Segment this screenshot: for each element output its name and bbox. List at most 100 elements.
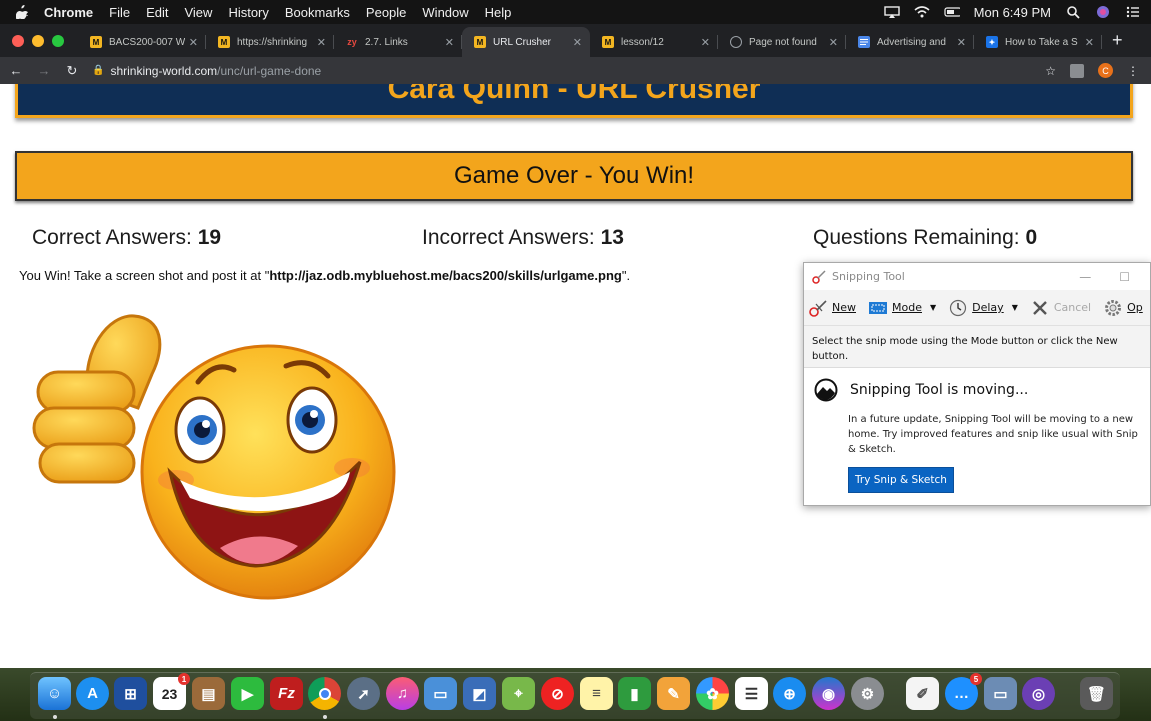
web-page: Cara Quinn - URL Crusher Game Over - You…	[0, 84, 1151, 668]
menu-bookmarks[interactable]: Bookmarks	[285, 5, 350, 20]
pages-icon[interactable]: ✎	[657, 677, 690, 710]
menu-clock[interactable]: Mon 6:49 PM	[974, 5, 1051, 20]
app-store-icon[interactable]: A	[76, 677, 109, 710]
battery-icon[interactable]	[944, 6, 960, 18]
stickies-notes-icon[interactable]: ≡	[580, 677, 613, 710]
mission-control-icon[interactable]: ⊞	[114, 677, 147, 710]
browser-tab[interactable]: ✦ How to Take a S ✕	[974, 27, 1102, 57]
calendar-day: 23	[161, 685, 178, 702]
address-bar[interactable]: shrinking-world.com/unc/url-game-done	[110, 64, 321, 78]
notification-center-icon[interactable]	[1125, 6, 1141, 18]
try-snip-and-sketch-button[interactable]: Try Snip & Sketch	[848, 467, 954, 493]
extension-icon[interactable]	[1070, 63, 1084, 78]
wifi-icon[interactable]	[914, 6, 930, 18]
browser-tab[interactable]: Advertising and ✕	[846, 27, 974, 57]
browser-tab-active[interactable]: M URL Crusher ✕	[462, 27, 590, 57]
reload-icon[interactable]: ↻	[64, 63, 80, 79]
delay-dropdown-icon[interactable]: ▼	[1012, 303, 1018, 312]
menu-app-name[interactable]: Chrome	[44, 5, 93, 20]
maps-icon[interactable]: ⌖	[502, 677, 535, 710]
close-tab-icon[interactable]: ✕	[573, 36, 582, 49]
calendar-badge: 1	[178, 673, 190, 685]
filezilla-label: Fz	[278, 685, 295, 702]
close-tab-icon[interactable]: ✕	[317, 36, 326, 49]
news-block-icon[interactable]: ⊘	[541, 677, 574, 710]
close-tab-icon[interactable]: ✕	[189, 36, 198, 49]
numbers-chart-icon[interactable]: ▮	[618, 677, 651, 710]
delay-label: Delay	[972, 301, 1004, 314]
preview-icon[interactable]: ◩	[463, 677, 496, 710]
new-tab-button[interactable]: +	[1112, 30, 1123, 51]
menu-file[interactable]: File	[109, 5, 130, 20]
close-tab-icon[interactable]: ✕	[1085, 36, 1094, 49]
tab-title: Advertising and	[877, 36, 946, 48]
tab-title: BACS200-007 W	[109, 36, 185, 48]
mode-dropdown-icon[interactable]: ▼	[930, 303, 936, 312]
system-preferences-gear-icon[interactable]: ⚙	[851, 677, 884, 710]
back-arrow-icon[interactable]: ←	[8, 63, 24, 78]
close-tab-icon[interactable]: ✕	[957, 36, 966, 49]
forward-arrow-icon[interactable]: →	[36, 63, 52, 78]
mode-button[interactable]: Mode ▼	[868, 299, 936, 317]
menu-help[interactable]: Help	[485, 5, 512, 20]
browser-tab[interactable]: Page not found ✕	[718, 27, 846, 57]
menu-people[interactable]: People	[366, 5, 406, 20]
new-snip-button[interactable]: New	[808, 299, 856, 317]
m-icon: M	[218, 36, 230, 48]
snipping-tool-app-icon	[812, 269, 826, 284]
globe-icon	[730, 36, 742, 48]
browser-tab[interactable]: M BACS200-007 W ✕	[78, 27, 206, 57]
menu-edit[interactable]: Edit	[146, 5, 168, 20]
filezilla-icon[interactable]: Fz	[270, 677, 303, 710]
lock-icon[interactable]: 🔒	[92, 65, 104, 76]
apple-menu-icon[interactable]	[14, 5, 30, 19]
github-icon[interactable]: ◎	[1022, 677, 1055, 710]
close-tab-icon[interactable]: ✕	[701, 36, 710, 49]
tab-title: lesson/12	[621, 36, 664, 48]
calendar-icon[interactable]: 23 1	[153, 673, 190, 710]
close-window-button[interactable]	[12, 34, 24, 47]
browser-tab[interactable]: M lesson/12 ✕	[590, 27, 718, 57]
id-card-icon[interactable]: ▭	[984, 677, 1017, 710]
profile-avatar[interactable]: C	[1098, 63, 1113, 78]
safari-compass-icon[interactable]: ⊕	[773, 677, 806, 710]
cancel-x-icon	[1030, 299, 1050, 317]
keynote-icon[interactable]: ▭	[424, 677, 457, 710]
reminders-icon[interactable]: ☰	[735, 677, 768, 710]
bookmark-star-icon[interactable]: ☆	[1045, 64, 1056, 78]
siri-icon[interactable]	[1095, 6, 1111, 18]
browser-tab[interactable]: M https://shrinking ✕	[206, 27, 334, 57]
snip-sketch-icon	[814, 378, 838, 402]
cancel-snip-button[interactable]: Cancel	[1030, 299, 1091, 317]
page-title: Cara Quinn - URL Crusher	[15, 84, 1133, 118]
siri-dock-icon[interactable]: ◉	[812, 677, 845, 710]
delay-button[interactable]: Delay ▼	[948, 299, 1018, 317]
close-tab-icon[interactable]: ✕	[445, 36, 454, 49]
minimize-icon[interactable]: —	[1079, 270, 1091, 284]
minimize-window-button[interactable]	[32, 34, 44, 47]
messages-icon[interactable]: … 5	[945, 673, 982, 710]
menu-window[interactable]: Window	[422, 5, 468, 20]
correct-answers-label: Correct Answers:	[32, 226, 192, 249]
close-tab-icon[interactable]: ✕	[829, 36, 838, 49]
browser-tab[interactable]: zy 2.7. Links ✕	[334, 27, 462, 57]
facetime-icon[interactable]: ▶	[231, 677, 264, 710]
trash-icon[interactable]: 🗑	[1080, 677, 1113, 710]
chrome-menu-icon[interactable]: ⋮	[1127, 64, 1139, 78]
chrome-icon[interactable]	[308, 677, 341, 710]
airplay-icon[interactable]	[883, 6, 900, 18]
tab-title: URL Crusher	[493, 36, 551, 48]
zoom-window-button[interactable]	[52, 34, 64, 47]
launchpad-rocket-icon[interactable]: ➚	[347, 677, 380, 710]
finder-icon[interactable]: ☺	[38, 677, 71, 710]
spotlight-search-icon[interactable]	[1065, 6, 1081, 19]
menu-history[interactable]: History	[228, 5, 268, 20]
photos-icon[interactable]: ✿	[696, 677, 729, 710]
textedit-icon[interactable]: ✐	[906, 677, 939, 710]
maximize-icon[interactable]: ☐	[1119, 270, 1130, 284]
notes-book-icon[interactable]: ▤	[192, 677, 225, 710]
menu-view[interactable]: View	[184, 5, 212, 20]
options-button[interactable]: Op	[1103, 299, 1143, 317]
url-path: /unc/url-game-done	[217, 63, 322, 78]
itunes-music-icon[interactable]: ♫	[386, 677, 419, 710]
